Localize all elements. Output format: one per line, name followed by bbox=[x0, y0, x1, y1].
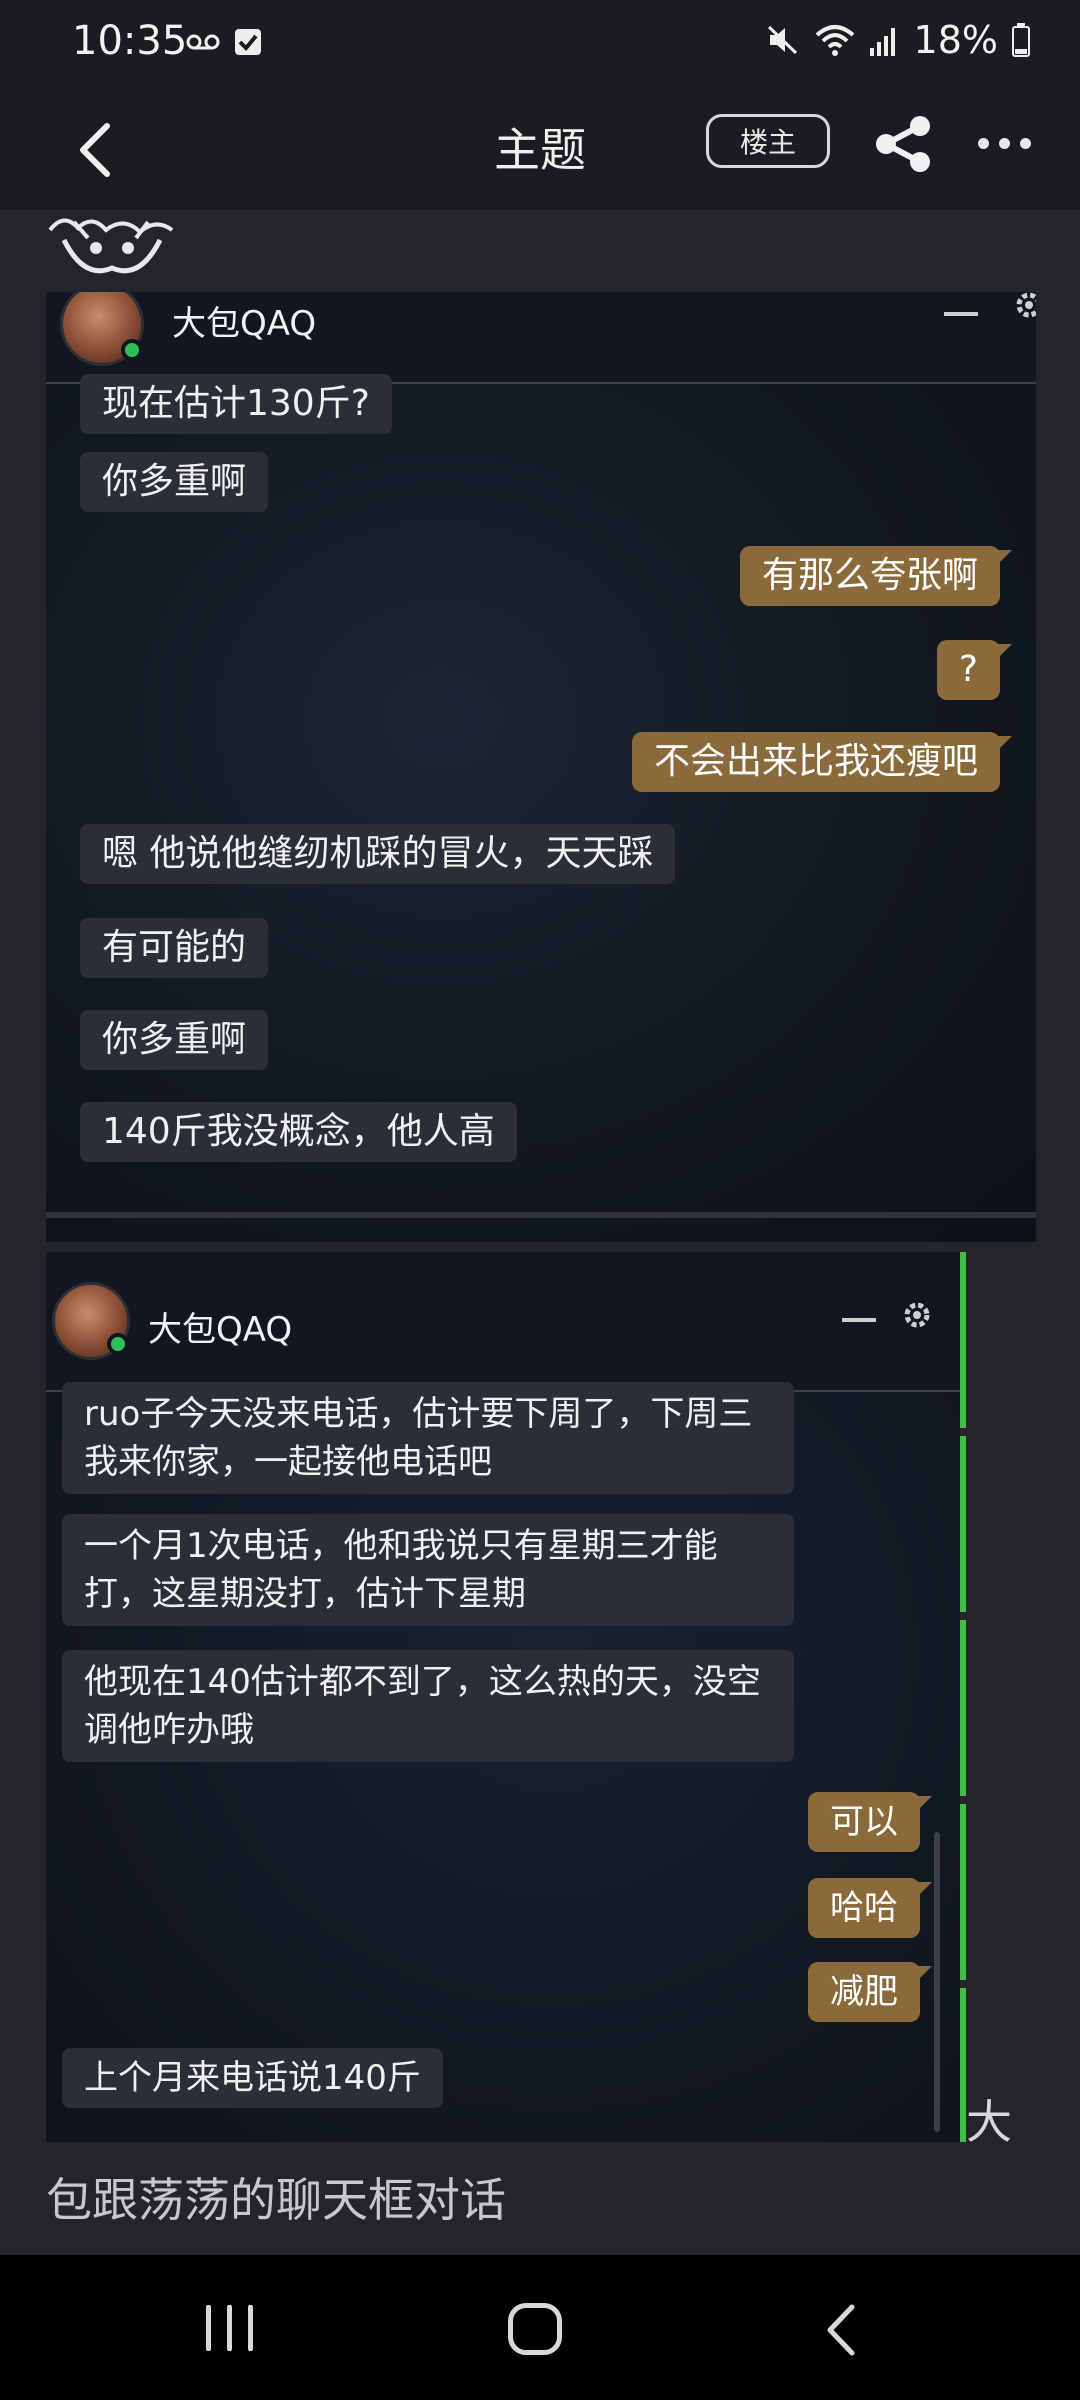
app-bar: 主题 楼主 bbox=[0, 90, 1080, 210]
avatar bbox=[60, 292, 144, 366]
message-bubble-outgoing: 减肥 bbox=[808, 1962, 932, 2022]
message-bubble: 现在估计130斤? bbox=[80, 374, 392, 434]
status-bar: 10:35 18% bbox=[0, 0, 1080, 90]
status-time: 10:35 bbox=[72, 18, 188, 64]
message-bubble-outgoing: 不会出来比我还瘦吧 bbox=[631, 732, 1013, 792]
mute-icon bbox=[767, 25, 797, 55]
online-status-dot bbox=[121, 339, 143, 361]
message-bubble: 他现在140估计都不到了，这么热的天，没空调他咋办哦 bbox=[62, 1650, 794, 1762]
message-bubble: ruo子今天没来电话，估计要下周了，下周三我来你家，一起接他电话吧 bbox=[62, 1382, 794, 1494]
navigation-bar bbox=[0, 2255, 1080, 2400]
message-bubble: 140斤我没概念，他人高 bbox=[80, 1102, 517, 1162]
message-bubble: 一个月1次电话，他和我说只有星期三才能打，这星期没打，估计下星期 bbox=[62, 1514, 794, 1626]
scrollbar bbox=[934, 1832, 940, 2132]
chat-screenshot-2: 大包QAQ ruo子今天没来电话，估计要下周了，下周三我来你家，一起接他电话吧 … bbox=[46, 1252, 966, 2142]
post-content: 大包QAQ 现在估计130斤? 你多重啊 有那么夸张啊 ? 不会出来比我还瘦吧 … bbox=[0, 210, 1080, 2255]
gear-icon bbox=[1016, 292, 1036, 318]
quote-indicator-bar bbox=[960, 1252, 966, 2142]
recent-apps-button[interactable] bbox=[206, 2305, 253, 2351]
minimize-icon bbox=[944, 312, 978, 316]
message-bubble: 嗯 他说他缝纫机踩的冒火，天天踩 bbox=[80, 824, 676, 884]
chat-header: 大包QAQ bbox=[46, 292, 1036, 384]
battery-level: 18% bbox=[913, 18, 998, 62]
wifi-icon bbox=[815, 25, 854, 56]
home-button[interactable] bbox=[508, 2303, 562, 2355]
online-status-dot bbox=[107, 1333, 129, 1355]
share-icon bbox=[876, 116, 930, 172]
signal-icon bbox=[869, 28, 895, 56]
message-bubble-outgoing: 哈哈 bbox=[808, 1878, 932, 1938]
post-caption: 包跟荡荡的聊天框对话 bbox=[46, 2173, 506, 2227]
sticker-image bbox=[48, 218, 174, 274]
message-bubble: 你多重啊 bbox=[80, 452, 269, 512]
battery-icon bbox=[1012, 23, 1030, 57]
message-bubble-outgoing: ? bbox=[936, 640, 1013, 700]
contact-name: 大包QAQ bbox=[148, 1310, 293, 1350]
checkbox-icon bbox=[235, 29, 261, 55]
avatar bbox=[52, 1282, 130, 1360]
voicemail-icon bbox=[186, 34, 220, 50]
more-icon bbox=[978, 137, 989, 149]
message-bubble-outgoing: 可以 bbox=[808, 1792, 932, 1852]
more-options-button[interactable] bbox=[978, 128, 1038, 158]
contact-name: 大包QAQ bbox=[172, 304, 317, 344]
back-nav-icon[interactable] bbox=[820, 2301, 860, 2359]
share-button[interactable] bbox=[872, 112, 936, 176]
message-bubble-outgoing: 有那么夸张啊 bbox=[739, 546, 1013, 606]
message-bubble: 你多重啊 bbox=[80, 1010, 269, 1070]
message-bubble: 有可能的 bbox=[80, 918, 269, 978]
chat-header: 大包QAQ bbox=[46, 1252, 966, 1392]
minimize-icon bbox=[842, 1318, 876, 1322]
chat-screenshot-1: 大包QAQ 现在估计130斤? 你多重啊 有那么夸张啊 ? 不会出来比我还瘦吧 … bbox=[46, 292, 1036, 1242]
message-bubble: 上个月来电话说140斤 bbox=[62, 2048, 443, 2108]
post-text-start: 大 bbox=[966, 2095, 1012, 2149]
owner-only-button[interactable]: 楼主 bbox=[706, 114, 830, 168]
gear-icon bbox=[904, 1302, 930, 1328]
recent-apps-icon bbox=[206, 2305, 211, 2351]
divider bbox=[46, 1212, 1036, 1218]
